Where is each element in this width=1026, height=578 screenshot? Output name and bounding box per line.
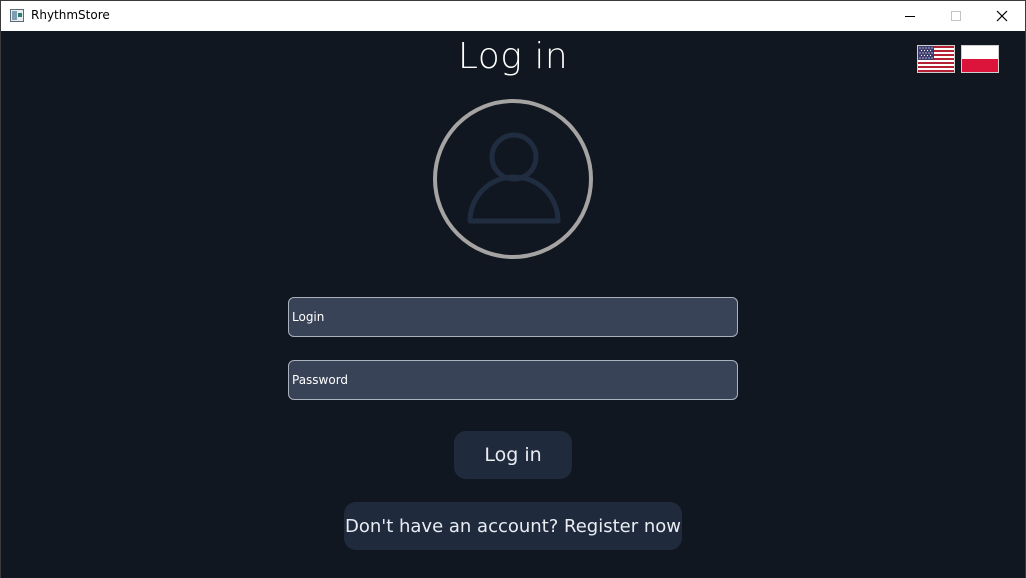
polish-flag-icon	[962, 46, 998, 72]
window-title: RhythmStore	[31, 8, 110, 22]
language-english-button[interactable]	[917, 45, 955, 73]
password-input[interactable]: Password	[288, 360, 738, 400]
login-placeholder: Login	[292, 310, 325, 324]
language-polish-button[interactable]	[961, 45, 999, 73]
login-input[interactable]: Login	[288, 297, 738, 337]
minimize-icon	[905, 16, 915, 17]
app-window-icon	[10, 9, 24, 22]
user-avatar	[433, 99, 593, 259]
maximize-button[interactable]	[933, 1, 979, 31]
title-bar[interactable]: RhythmStore	[1, 1, 1025, 31]
login-button[interactable]: Log in	[454, 431, 572, 479]
maximize-icon	[951, 11, 961, 21]
register-button[interactable]: Don't have an account? Register now	[344, 502, 682, 550]
close-icon	[996, 10, 1008, 22]
app-window: RhythmStore Log in Login Password Log in…	[0, 0, 1026, 578]
user-avatar-icon	[433, 99, 593, 259]
login-page: Log in Login Password Log in Don't have …	[1, 31, 1025, 578]
page-title: Log in	[457, 36, 569, 77]
minimize-button[interactable]	[887, 1, 933, 31]
english-flag-icon	[918, 46, 954, 72]
close-button[interactable]	[979, 1, 1025, 31]
password-placeholder: Password	[292, 373, 349, 387]
